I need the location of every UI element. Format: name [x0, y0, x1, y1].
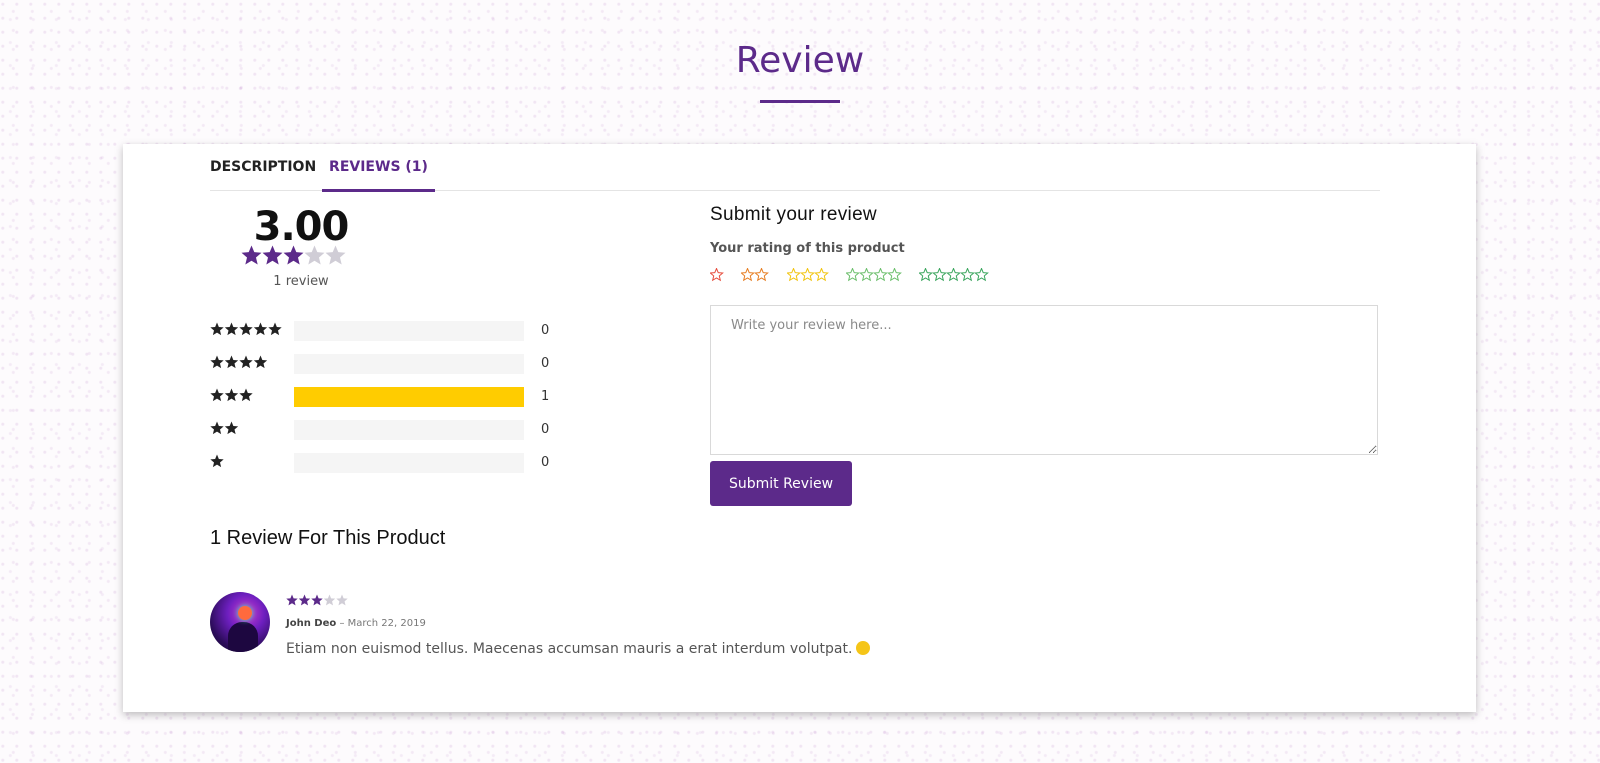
tab-description[interactable]: DESCRIPTION: [210, 159, 316, 192]
rate-4-star-option[interactable]: [846, 268, 902, 284]
rating-bar-2: [294, 420, 524, 440]
review-meta: John Deo – March 22, 2019: [286, 618, 426, 629]
star-icon: [210, 322, 224, 336]
star-icon: [268, 322, 282, 336]
review-textarea[interactable]: [710, 305, 1378, 455]
star-icon: [323, 594, 336, 606]
rating-count-1: 0: [541, 455, 550, 470]
product-review-card: DESCRIPTION REVIEWS (1) 3.00 1 review 0 …: [123, 144, 1476, 712]
average-rating-value: 3.00: [253, 204, 350, 250]
star-icon: [754, 268, 769, 282]
submit-review-heading: Submit your review: [710, 204, 877, 225]
star-icon: [814, 268, 829, 282]
rating-bar-1: [294, 453, 524, 473]
star-icon: [241, 245, 262, 265]
review-count-label: 1 review: [273, 274, 329, 289]
star-icon: [253, 355, 268, 369]
section-title: Review: [735, 40, 865, 81]
rate-5-star-option[interactable]: [919, 268, 989, 284]
rating-count-3: 1: [541, 389, 550, 404]
star-icon: [887, 268, 902, 282]
avatar: [210, 592, 270, 652]
star-icon: [974, 268, 989, 282]
rating-bar-3: [294, 387, 524, 407]
title-underline: [760, 100, 840, 103]
star-icon: [253, 322, 268, 336]
star-icon: [336, 594, 348, 606]
five-star-icon: [210, 322, 282, 336]
rating-label: Your rating of this product: [710, 241, 905, 256]
average-rating-stars: [241, 245, 353, 267]
star-icon: [210, 421, 224, 435]
rating-breakdown-row-5: 0: [210, 320, 570, 342]
rate-2-star-option[interactable]: [741, 268, 770, 284]
star-icon: [298, 594, 311, 606]
star-icon: [800, 268, 815, 282]
rating-breakdown-row-2: 0: [210, 419, 570, 441]
rating-bar-4: [294, 354, 524, 374]
star-icon: [210, 355, 224, 369]
star-icon: [304, 245, 325, 265]
tab-reviews[interactable]: REVIEWS (1): [322, 159, 435, 192]
star-icon: [311, 594, 323, 606]
rating-count-2: 0: [541, 422, 550, 437]
star-icon: [859, 268, 874, 282]
review-rating-stars: [286, 594, 348, 606]
rating-count-5: 0: [541, 323, 550, 338]
star-icon: [210, 388, 224, 402]
four-star-icon: [210, 355, 268, 369]
two-star-icon: [210, 421, 239, 435]
star-icon: [224, 322, 239, 336]
review-separator: –: [336, 618, 348, 629]
star-icon: [787, 268, 801, 282]
star-icon: [262, 245, 283, 265]
review-text-row: Etiam non euismod tellus. Maecenas accum…: [286, 641, 871, 657]
review-author: John Deo: [286, 618, 337, 629]
star-icon: [325, 245, 346, 265]
star-icon: [210, 454, 224, 468]
rating-breakdown-row-3: 1: [210, 386, 570, 408]
tab-bar: DESCRIPTION REVIEWS (1): [210, 144, 1380, 192]
review-body: Etiam non euismod tellus. Maecenas accum…: [286, 641, 853, 657]
grinning-face-icon: [856, 641, 871, 655]
star-icon: [224, 355, 239, 369]
star-icon: [960, 268, 975, 282]
star-icon: [239, 388, 253, 402]
star-icon: [224, 421, 239, 435]
rating-count-4: 0: [541, 356, 550, 371]
star-icon: [932, 268, 947, 282]
submit-review-button[interactable]: Submit Review: [710, 461, 852, 506]
star-icon: [224, 388, 239, 402]
star-icon: [283, 245, 304, 265]
star-icon: [946, 268, 961, 282]
rate-3-star-option[interactable]: [787, 268, 829, 284]
rating-breakdown-row-1: 0: [210, 452, 570, 474]
star-icon: [741, 268, 755, 282]
rating-bar-5: [294, 321, 524, 341]
rating-breakdown-row-4: 0: [210, 353, 570, 375]
rate-1-star-option[interactable]: [710, 268, 724, 284]
reviews-list-heading: 1 Review For This Product: [210, 527, 446, 549]
star-icon: [286, 594, 298, 606]
star-icon: [710, 268, 724, 282]
three-star-icon: [210, 388, 253, 402]
star-icon: [919, 268, 933, 282]
review-date: March 22, 2019: [347, 618, 426, 629]
star-icon: [846, 268, 860, 282]
star-icon: [239, 322, 253, 336]
star-icon: [873, 268, 888, 282]
one-star-icon: [210, 454, 224, 468]
star-icon: [239, 355, 253, 369]
